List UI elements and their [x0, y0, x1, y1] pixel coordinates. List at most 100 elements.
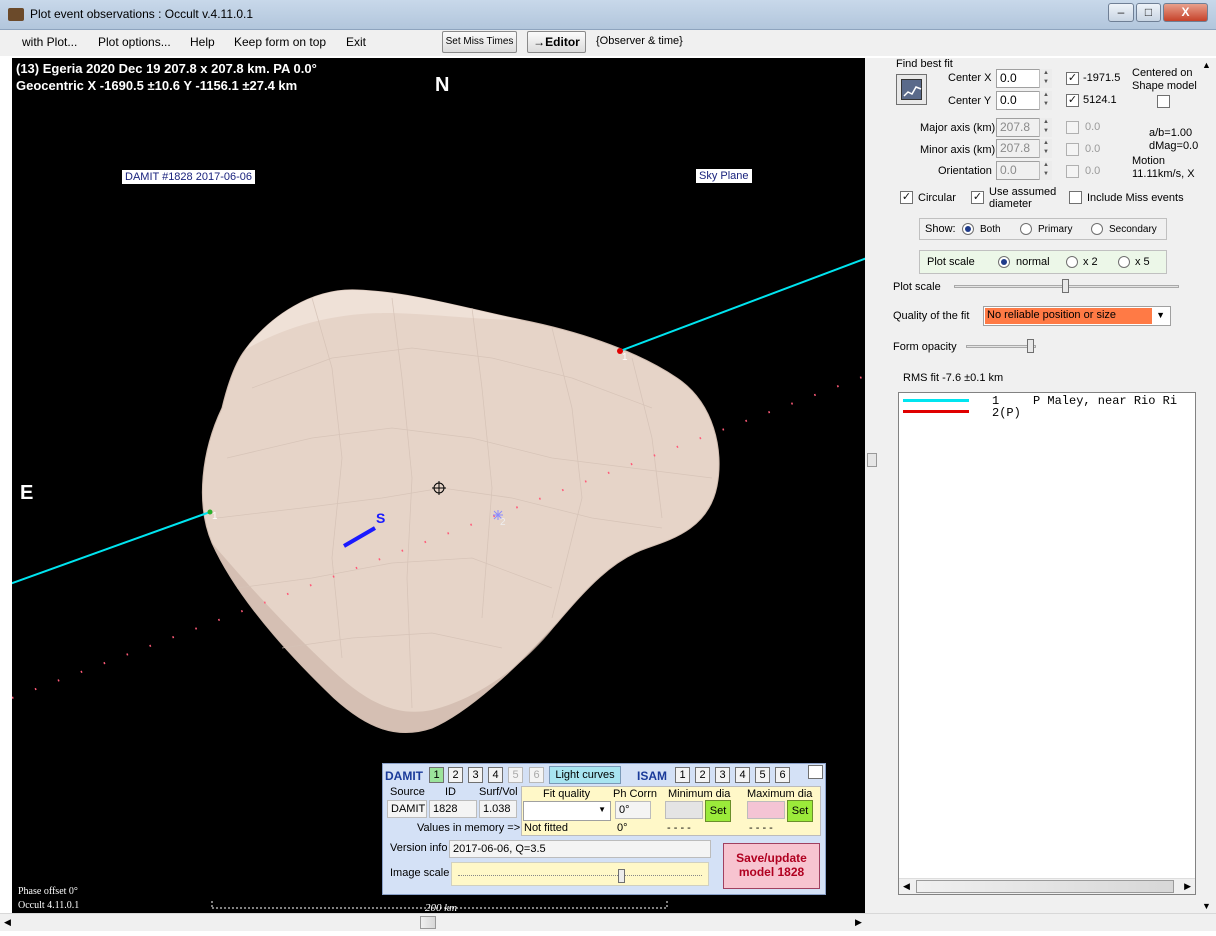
center-x-result: -1971.5 [1083, 72, 1121, 84]
maximize-button[interactable]: □ [1136, 3, 1161, 22]
menu-help[interactable]: Help [190, 35, 215, 49]
id-label: ID [445, 786, 456, 798]
close-button[interactable]: X [1163, 3, 1208, 22]
centered-on-label: Centered on [1132, 67, 1193, 79]
scroll-right-icon[interactable]: ▶ [1184, 881, 1191, 892]
center-x-checkbox[interactable]: ✓ [1066, 72, 1079, 85]
isam-model-5-button[interactable]: 5 [755, 767, 770, 783]
use-assumed-checkbox[interactable]: ✓ [971, 191, 984, 204]
centered-on-shape-checkbox[interactable] [1157, 95, 1170, 108]
list-hscroll[interactable]: ◀ ▶ [899, 878, 1195, 894]
light-curves-button[interactable]: Light curves [549, 766, 621, 784]
max-dia-field[interactable] [747, 801, 785, 819]
use-assumed-line2: diameter [989, 198, 1032, 210]
find-best-fit-label: Find best fit [896, 58, 953, 70]
show-primary-radio[interactable] [1020, 223, 1032, 235]
find-best-fit-button[interactable] [896, 74, 927, 105]
ph-corrn-value[interactable]: 0° [615, 801, 651, 819]
menu-with-plot[interactable]: with Plot... [22, 35, 77, 49]
plot-scale-group-label: Plot scale [927, 256, 975, 268]
damit-model-5-button[interactable]: 5 [508, 767, 523, 783]
version-info-label: Version info [390, 842, 448, 854]
chord-line-1b [619, 257, 865, 352]
include-miss-checkbox[interactable] [1069, 191, 1082, 204]
scale-normal-radio[interactable] [998, 256, 1010, 268]
center-y-checkbox[interactable]: ✓ [1066, 94, 1079, 107]
event-header-line2: Geocentric X -1690.5 ±10.6 Y -1156.1 ±27… [16, 78, 298, 93]
major-axis-checkbox[interactable] [1066, 121, 1079, 134]
isam-model-6-button[interactable]: 6 [775, 767, 790, 783]
center-y-result: 5124.1 [1083, 94, 1117, 106]
plot-scale-slider[interactable] [954, 277, 1179, 295]
scale-x2-radio[interactable] [1066, 256, 1078, 268]
fit-quality-label: Fit quality [543, 788, 591, 800]
panel-vscroll[interactable]: ▲ ▼ [1198, 58, 1216, 913]
scroll-left-icon[interactable]: ◀ [903, 881, 910, 892]
menu-plot-options[interactable]: Plot options... [98, 35, 171, 49]
observer-1-color [903, 399, 969, 402]
isam-title: ISAM [637, 769, 667, 783]
center-y-spinner[interactable]: ▲ ▼ [1039, 91, 1052, 110]
motion-value: 11.11km/s, X [1132, 168, 1195, 180]
menu-keep-on-top[interactable]: Keep form on top [234, 35, 326, 49]
app-icon [8, 8, 24, 21]
sky-plane-label: Sky Plane [696, 169, 752, 183]
form-opacity-slider[interactable] [966, 337, 1036, 355]
damit-panel-toggle[interactable] [808, 765, 823, 779]
show-both-radio[interactable] [962, 223, 974, 235]
isam-model-3-button[interactable]: 3 [715, 767, 730, 783]
minor-axis-checkbox[interactable] [1066, 143, 1079, 156]
image-scale-slider[interactable] [451, 862, 709, 886]
isam-model-1-button[interactable]: 1 [675, 767, 690, 783]
main-hscroll[interactable]: ◀ ▶ [0, 913, 1216, 931]
damit-model-2-button[interactable]: 2 [448, 767, 463, 783]
south-pole-marker: S [376, 510, 386, 526]
minimize-button[interactable]: – [1108, 3, 1134, 22]
orientation-checkbox[interactable] [1066, 165, 1079, 178]
observer-time-label: {Observer & time} [596, 35, 683, 47]
chord-line-1a [12, 511, 211, 585]
main-hscroll-thumb[interactable] [420, 916, 436, 929]
use-assumed-label: Use assumed diameter [989, 186, 1056, 210]
scale-x5-radio[interactable] [1118, 256, 1130, 268]
isam-model-2-button[interactable]: 2 [695, 767, 710, 783]
set-min-dia-button[interactable]: Set [705, 800, 731, 822]
damit-model-4-button[interactable]: 4 [488, 767, 503, 783]
damit-model-6-button[interactable]: 6 [529, 767, 544, 783]
set-miss-times-button[interactable]: Set Miss Times [442, 31, 517, 53]
quality-combo[interactable]: No reliable position or size ▼ [983, 306, 1171, 326]
menu-exit[interactable]: Exit [346, 35, 366, 49]
north-label: N [435, 74, 450, 96]
menu-bar: with Plot... Plot options... Help Keep f… [0, 30, 1216, 56]
list-hscroll-thumb[interactable] [916, 880, 1174, 893]
minor-axis-label: Minor axis (km) [920, 144, 996, 156]
fit-quality-combo[interactable]: ▼ [523, 801, 611, 821]
source-value: DAMIT [387, 800, 427, 818]
observers-list[interactable]: 1 P Maley, near Rio Ri 2(P) ◀ ▶ [898, 392, 1196, 895]
scale-x2-label: x 2 [1083, 256, 1098, 268]
damit-model-3-button[interactable]: 3 [468, 767, 483, 783]
memory-fit-quality: Not fitted [524, 822, 569, 834]
isam-model-4-button[interactable]: 4 [735, 767, 750, 783]
phase-offset-label: Phase offset 0° [18, 886, 78, 897]
minor-axis-spinner[interactable]: ▲ ▼ [1039, 139, 1052, 158]
observer-2-number: 2(P) [992, 406, 1021, 420]
save-update-model-button[interactable]: Save/update model 1828 [723, 843, 820, 889]
set-max-dia-button[interactable]: Set [787, 800, 813, 822]
chevron-down-icon: ▼ [598, 805, 606, 814]
max-dia-label: Maximum dia [747, 788, 813, 800]
quality-value: No reliable position or size [985, 308, 1152, 324]
circular-checkbox[interactable]: ✓ [900, 191, 913, 204]
major-axis-spinner[interactable]: ▲ ▼ [1039, 118, 1052, 137]
damit-model-1-button[interactable]: 1 [429, 767, 444, 783]
splitter[interactable] [865, 58, 880, 913]
center-x-spinner[interactable]: ▲ ▼ [1039, 69, 1052, 88]
scroll-down-icon[interactable]: ▼ [1202, 901, 1211, 911]
scroll-up-icon[interactable]: ▲ [1202, 60, 1211, 70]
show-secondary-radio[interactable] [1091, 223, 1103, 235]
editor-button[interactable]: →Editor [527, 31, 586, 53]
min-dia-field[interactable] [665, 801, 703, 819]
scroll-left-icon[interactable]: ◀ [4, 917, 11, 928]
scroll-right-icon[interactable]: ▶ [855, 917, 862, 928]
orientation-spinner[interactable]: ▲ ▼ [1039, 161, 1052, 180]
